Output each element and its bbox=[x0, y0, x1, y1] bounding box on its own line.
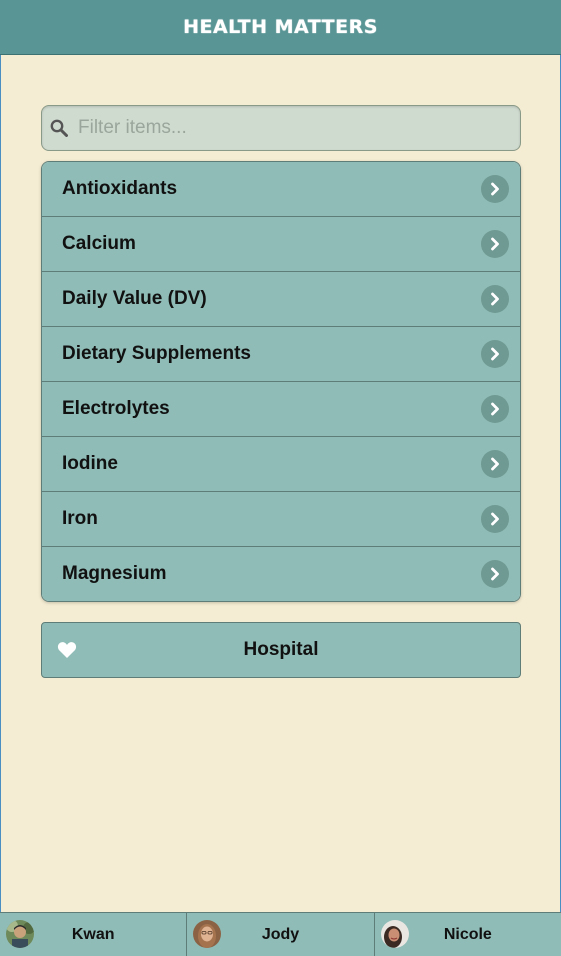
app-title: Health Matters bbox=[183, 16, 378, 38]
list-item-label: Electrolytes bbox=[62, 398, 170, 419]
chevron-right-icon bbox=[481, 285, 509, 313]
chevron-right-icon bbox=[481, 230, 509, 258]
chevron-right-icon bbox=[481, 175, 509, 203]
list-item-iodine[interactable]: Iodine bbox=[42, 437, 520, 492]
jody-avatar bbox=[193, 920, 222, 948]
chevron-right-icon bbox=[481, 505, 509, 533]
tab-label: Kwan bbox=[71, 925, 115, 943]
list-item-label: Iron bbox=[62, 508, 98, 529]
list-item-label: Daily Value (DV) bbox=[62, 288, 207, 309]
kwan-avatar bbox=[6, 920, 34, 948]
tab-nicole[interactable]: Nicole bbox=[375, 913, 561, 956]
topic-list: Antioxidants Calcium Daily Value (DV) Di… bbox=[41, 161, 521, 602]
tab-jody[interactable]: Jody bbox=[187, 913, 375, 956]
list-item-label: Antioxidants bbox=[62, 178, 178, 199]
list-item-iron[interactable]: Iron bbox=[42, 492, 520, 547]
chevron-right-icon bbox=[481, 395, 509, 423]
tab-kwan[interactable]: Kwan bbox=[0, 913, 188, 956]
list-item-label: Dietary Supplements bbox=[62, 343, 251, 364]
list-item-electrolytes[interactable]: Electrolytes bbox=[42, 382, 520, 437]
list-item-dietary-supplements[interactable]: Dietary Supplements bbox=[42, 327, 520, 382]
tab-label: Jody bbox=[261, 925, 300, 943]
list-item-calcium[interactable]: Calcium bbox=[42, 217, 520, 272]
chevron-right-icon bbox=[481, 340, 509, 368]
heart-icon bbox=[57, 640, 77, 660]
nicole-avatar bbox=[380, 920, 409, 948]
list-item-label: Magnesium bbox=[62, 563, 167, 584]
list-item-daily-value[interactable]: Daily Value (DV) bbox=[42, 272, 520, 327]
tab-label: Nicole bbox=[443, 925, 492, 943]
list-item-magnesium[interactable]: Magnesium bbox=[42, 547, 520, 601]
chevron-right-icon bbox=[481, 450, 509, 478]
list-item-label: Iodine bbox=[62, 453, 118, 474]
footer-tab-bar: Kwan Jody Nicole bbox=[0, 912, 561, 956]
search-bar[interactable] bbox=[41, 105, 521, 151]
search-input[interactable] bbox=[78, 108, 520, 148]
list-item-antioxidants[interactable]: Antioxidants bbox=[42, 162, 520, 217]
app-header: Health Matters bbox=[0, 0, 561, 55]
chevron-right-icon bbox=[481, 560, 509, 588]
hospital-button[interactable]: Hospital bbox=[41, 622, 521, 678]
hospital-label: Hospital bbox=[243, 639, 319, 660]
search-icon bbox=[49, 118, 69, 138]
list-item-label: Calcium bbox=[62, 233, 136, 254]
